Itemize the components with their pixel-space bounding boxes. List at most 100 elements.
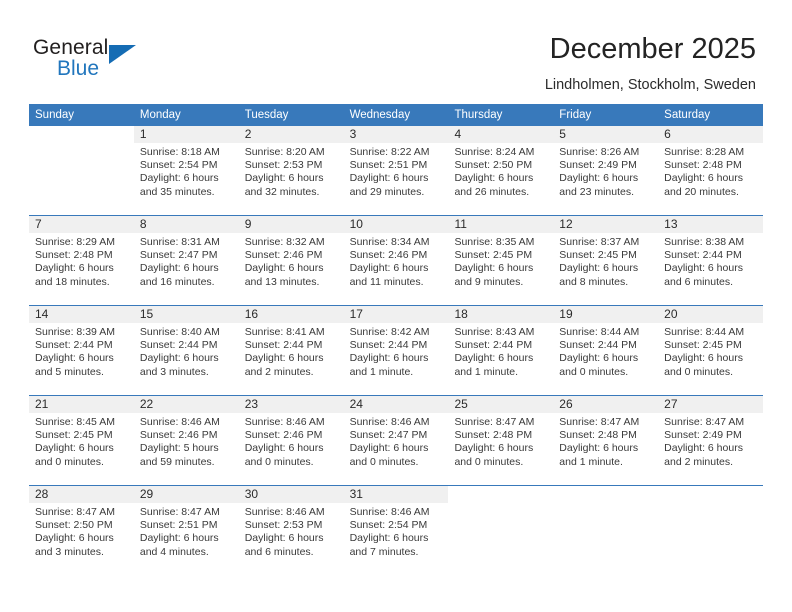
weekday-header-row: Sunday Monday Tuesday Wednesday Thursday Frid… (29, 104, 763, 126)
calendar-day-cell[interactable]: 12 Sunrise: 8:37 AM Sunset: 2:45 PM Dayligh… (553, 216, 659, 305)
sunrise-time: Sunrise: 8:42 AM (349, 326, 430, 338)
sunset-time: Sunset: 2:50 PM (35, 519, 113, 532)
daylight-duration-line1: Daylight: 6 hours (244, 172, 324, 185)
daylight-duration-line2: and 2 minutes. (664, 455, 734, 468)
calendar-day-cell[interactable]: 15 Sunrise: 8:40 AM Sunset: 2:44 PM Dayligh… (133, 306, 239, 395)
day-number: 18 (448, 306, 554, 323)
sunset-time: Sunset: 2:47 PM (139, 249, 218, 262)
sunrise-time: Sunrise: 8:46 AM (349, 416, 430, 428)
calendar-day-cell[interactable]: 8 Sunrise: 8:31 AM Sunset: 2:47 PM Daylight… (133, 216, 239, 305)
daylight-duration-line2: and 3 minutes. (35, 545, 104, 558)
day-number: 25 (448, 396, 554, 413)
sunset-time: Sunset: 2:51 PM (349, 159, 428, 172)
calendar-day-cell[interactable]: 10 Sunrise: 8:34 AM Sunset: 2:46 PM Dayligh… (343, 216, 449, 305)
daylight-duration-line1: Daylight: 6 hours (244, 262, 324, 275)
sunrise-time: Sunrise: 8:29 AM (35, 236, 115, 248)
logo-text-blue: Blue (57, 57, 100, 80)
sunset-time: Sunset: 2:45 PM (559, 249, 637, 262)
sunset-time: Sunset: 2:45 PM (35, 429, 113, 442)
daylight-duration-line1: Daylight: 6 hours (139, 352, 219, 365)
calendar-day-cell[interactable]: 19 Sunrise: 8:44 AM Sunset: 2:44 PM Dayligh… (553, 306, 659, 395)
calendar-day-cell[interactable]: 31 Sunrise: 8:46 AM Sunset: 2:54 PM Dayligh… (343, 486, 449, 575)
daylight-duration-line2: and 35 minutes. (139, 185, 215, 198)
sunset-time: Sunset: 2:51 PM (139, 519, 218, 532)
sunset-time: Sunset: 2:44 PM (664, 249, 742, 262)
sunrise-time: Sunrise: 8:37 AM (559, 236, 640, 248)
day-number: 8 (133, 216, 239, 233)
calendar-day-cell[interactable]: 18 Sunrise: 8:43 AM Sunset: 2:44 PM Dayligh… (448, 306, 554, 395)
day-number: 2 (238, 126, 344, 143)
calendar-day-cell[interactable]: 3 Sunrise: 8:22 AM Sunset: 2:51 PM Daylight… (343, 126, 449, 215)
calendar-day-cell[interactable]: 22 Sunrise: 8:46 AM Sunset: 2:46 PM Dayligh… (133, 396, 239, 485)
daylight-duration-line2: and 4 minutes. (139, 545, 209, 558)
sunrise-time: Sunrise: 8:35 AM (454, 236, 535, 248)
sunrise-time: Sunrise: 8:41 AM (244, 326, 325, 338)
calendar-day-cell-empty (29, 126, 134, 215)
sunset-time: Sunset: 2:53 PM (244, 159, 323, 172)
calendar-day-cell[interactable]: 6 Sunrise: 8:28 AM Sunset: 2:48 PM Daylight… (658, 126, 764, 215)
daylight-duration-line1: Daylight: 6 hours (559, 442, 639, 455)
day-details: Sunrise: 8:29 AM Sunset: 2:48 PM Daylight:… (29, 233, 134, 289)
day-details: Sunrise: 8:39 AM Sunset: 2:44 PM Daylight:… (29, 323, 134, 379)
calendar-day-cell[interactable]: 26 Sunrise: 8:47 AM Sunset: 2:48 PM Dayligh… (553, 396, 659, 485)
calendar-day-cell[interactable]: 21 Sunrise: 8:45 AM Sunset: 2:45 PM Dayligh… (29, 396, 134, 485)
sunrise-time: Sunrise: 8:39 AM (35, 326, 115, 338)
daylight-duration-line2: and 59 minutes. (139, 455, 215, 468)
day-details: Sunrise: 8:45 AM Sunset: 2:45 PM Daylight:… (29, 413, 134, 469)
daylight-duration-line1: Daylight: 6 hours (139, 172, 219, 185)
sunset-time: Sunset: 2:44 PM (35, 339, 113, 352)
calendar-day-cell[interactable]: 7 Sunrise: 8:29 AM Sunset: 2:48 PM Daylight… (29, 216, 134, 305)
calendar-day-cell[interactable]: 17 Sunrise: 8:42 AM Sunset: 2:44 PM Dayligh… (343, 306, 449, 395)
day-details: Sunrise: 8:22 AM Sunset: 2:51 PM Daylight:… (344, 143, 449, 199)
day-number: 27 (658, 396, 764, 413)
daylight-duration-line2: and 16 minutes. (139, 275, 215, 288)
calendar-day-cell[interactable]: 1 Sunrise: 8:18 AM Sunset: 2:54 PM Daylight… (133, 126, 239, 215)
calendar-day-cell[interactable]: 20 Sunrise: 8:44 AM Sunset: 2:45 PM Dayligh… (658, 306, 764, 395)
daylight-duration-line2: and 7 minutes. (349, 545, 419, 558)
calendar-day-cell[interactable]: 11 Sunrise: 8:35 AM Sunset: 2:45 PM Dayligh… (448, 216, 554, 305)
calendar-day-cell[interactable]: 29 Sunrise: 8:47 AM Sunset: 2:51 PM Dayligh… (133, 486, 239, 575)
day-number: 17 (343, 306, 449, 323)
daylight-duration-line2: and 9 minutes. (454, 275, 524, 288)
daylight-duration-line1: Daylight: 6 hours (664, 442, 743, 455)
calendar-week-row: 21 Sunrise: 8:45 AM Sunset: 2:45 PM Dayligh… (29, 395, 764, 485)
daylight-duration-line1: Daylight: 6 hours (35, 442, 114, 455)
daylight-duration-line2: and 20 minutes. (664, 185, 739, 198)
calendar-day-cell[interactable]: 28 Sunrise: 8:47 AM Sunset: 2:50 PM Dayligh… (29, 486, 134, 575)
calendar-day-cell[interactable]: 16 Sunrise: 8:41 AM Sunset: 2:44 PM Dayligh… (238, 306, 344, 395)
calendar-day-cell[interactable]: 9 Sunrise: 8:32 AM Sunset: 2:46 PM Daylight… (238, 216, 344, 305)
day-details: Sunrise: 8:44 AM Sunset: 2:45 PM Daylight:… (658, 323, 763, 379)
calendar-day-cell[interactable]: 5 Sunrise: 8:26 AM Sunset: 2:49 PM Daylight… (553, 126, 659, 215)
calendar-day-cell[interactable]: 14 Sunrise: 8:39 AM Sunset: 2:44 PM Dayligh… (29, 306, 134, 395)
daylight-duration-line2: and 13 minutes. (244, 275, 320, 288)
daylight-duration-line1: Daylight: 6 hours (349, 262, 429, 275)
weekday-header-tuesday: Tuesday (244, 109, 289, 121)
daylight-duration-line2: and 5 minutes. (35, 365, 104, 378)
daylight-duration-line1: Daylight: 6 hours (349, 172, 429, 185)
daylight-duration-line2: and 0 minutes. (664, 365, 734, 378)
calendar-day-cell[interactable]: 25 Sunrise: 8:47 AM Sunset: 2:48 PM Dayligh… (448, 396, 554, 485)
calendar-day-cell[interactable]: 24 Sunrise: 8:46 AM Sunset: 2:47 PM Dayligh… (343, 396, 449, 485)
day-number: 3 (343, 126, 449, 143)
calendar-day-cell[interactable]: 30 Sunrise: 8:46 AM Sunset: 2:53 PM Dayligh… (238, 486, 344, 575)
daylight-duration-line1: Daylight: 6 hours (454, 352, 534, 365)
day-number: 24 (343, 396, 449, 413)
calendar-page: General Blue December 2025 Lindholmen, S… (0, 0, 792, 612)
calendar-day-cell[interactable]: 2 Sunrise: 8:20 AM Sunset: 2:53 PM Daylight… (238, 126, 344, 215)
sunset-time: Sunset: 2:48 PM (35, 249, 113, 262)
sunrise-time: Sunrise: 8:43 AM (454, 326, 535, 338)
sunrise-time: Sunrise: 8:44 AM (664, 326, 745, 338)
day-details: Sunrise: 8:46 AM Sunset: 2:47 PM Daylight:… (344, 413, 449, 469)
sunrise-time: Sunrise: 8:38 AM (664, 236, 745, 248)
calendar-day-cell[interactable]: 4 Sunrise: 8:24 AM Sunset: 2:50 PM Daylight… (448, 126, 554, 215)
day-details: Sunrise: 8:47 AM Sunset: 2:50 PM Daylight:… (29, 503, 134, 559)
day-details: Sunrise: 8:46 AM Sunset: 2:53 PM Daylight:… (239, 503, 344, 559)
calendar-day-cell[interactable]: 13 Sunrise: 8:38 AM Sunset: 2:44 PM Dayligh… (658, 216, 764, 305)
sunrise-time: Sunrise: 8:47 AM (139, 506, 220, 518)
daylight-duration-line2: and 1 minute. (454, 365, 519, 378)
daylight-duration-line2: and 3 minutes. (139, 365, 209, 378)
calendar-day-cell[interactable]: 27 Sunrise: 8:47 AM Sunset: 2:49 PM Dayligh… (658, 396, 764, 485)
calendar-day-cell-empty (448, 486, 553, 575)
day-details: Sunrise: 8:40 AM Sunset: 2:44 PM Daylight:… (134, 323, 239, 379)
calendar-day-cell[interactable]: 23 Sunrise: 8:46 AM Sunset: 2:46 PM Dayligh… (238, 396, 344, 485)
